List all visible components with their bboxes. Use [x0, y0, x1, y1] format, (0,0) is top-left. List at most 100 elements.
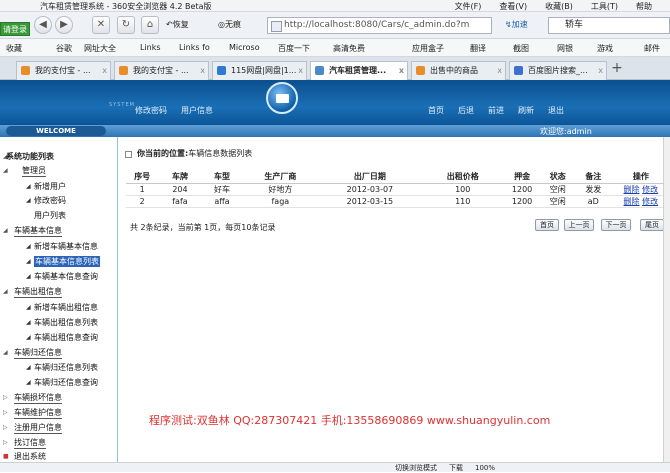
- login-button[interactable]: 请登录: [0, 22, 30, 36]
- tab-goods-on-sale[interactable]: 出售中的商品 x: [411, 61, 506, 80]
- close-icon[interactable]: x: [399, 62, 404, 79]
- tab-alipay-2[interactable]: 我的支付宝 - ... x: [114, 61, 209, 80]
- address-bar[interactable]: http://localhost:8080/Cars/c_admin.do?m: [267, 17, 492, 34]
- back-icon[interactable]: ◀: [34, 16, 52, 34]
- fav-item[interactable]: Microso: [229, 43, 260, 52]
- tab-car-rental[interactable]: 汽车租赁管理... x: [310, 61, 408, 81]
- last-page-button[interactable]: 尾页: [640, 219, 664, 231]
- fav-item[interactable]: 网址大全: [84, 43, 116, 54]
- fav-item[interactable]: 翻译: [470, 43, 486, 54]
- fav-item[interactable]: 游戏: [597, 43, 613, 54]
- first-page-button[interactable]: 首页: [535, 219, 559, 231]
- doc-icon: ◢: [26, 304, 31, 311]
- close-icon[interactable]: x: [102, 62, 107, 79]
- sidebar-item[interactable]: 车辆归还信息列表: [34, 362, 98, 373]
- sidebar-item[interactable]: 用户列表: [34, 210, 66, 221]
- prev-page-button[interactable]: 上一页: [564, 219, 594, 231]
- sidebar-group-vehicle[interactable]: 车辆基本信息: [14, 225, 62, 237]
- back-link[interactable]: 后退: [458, 105, 474, 116]
- sidebar-group-return[interactable]: 车辆归还信息: [14, 347, 62, 359]
- sidebar-item[interactable]: 新增车辆基本信息: [34, 241, 98, 252]
- fav-item[interactable]: 百度一下: [278, 43, 310, 54]
- sidebar-group-orders[interactable]: 找订信息: [14, 437, 46, 449]
- menu-view[interactable]: 查看(V): [499, 2, 527, 11]
- sidebar-item-selected[interactable]: 车辆基本信息列表: [34, 256, 100, 267]
- restore-button[interactable]: ↶恢复: [166, 19, 189, 30]
- edit-link[interactable]: 修改: [642, 185, 658, 194]
- switch-mode-button[interactable]: 切换浏览模式: [395, 464, 437, 472]
- fav-item[interactable]: 应用盒子: [412, 43, 444, 54]
- doc-icon: ◢: [26, 273, 31, 280]
- logout-icon[interactable]: ■: [3, 453, 9, 460]
- window-title: 汽车租赁管理系统 - 360安全浏览器 4.2 Beta版: [40, 2, 212, 11]
- new-tab-icon[interactable]: +: [609, 60, 625, 76]
- home-icon[interactable]: ⌂: [141, 16, 159, 34]
- sidebar-item[interactable]: 车辆出租信息列表: [34, 317, 98, 328]
- menu-tools[interactable]: 工具(T): [591, 2, 618, 11]
- forward-icon[interactable]: ▶: [55, 16, 73, 34]
- location-checkbox[interactable]: [125, 151, 132, 158]
- sidebar-item[interactable]: 修改密码: [34, 195, 66, 206]
- tab-alipay-1[interactable]: 我的支付宝 - ... x: [16, 61, 111, 80]
- sidebar-group-rental[interactable]: 车辆出租信息: [14, 286, 62, 298]
- sidebar-group-maintenance[interactable]: 车辆维护信息: [14, 407, 62, 419]
- expand-icon[interactable]: ◢: [3, 167, 8, 174]
- sidebar-item[interactable]: 新增车辆出租信息: [34, 302, 98, 313]
- privacy-mode-button[interactable]: ◎无痕: [218, 19, 241, 30]
- collapse-icon[interactable]: ▷: [3, 424, 8, 431]
- close-icon[interactable]: x: [598, 62, 603, 79]
- forward-link[interactable]: 前进: [488, 105, 504, 116]
- download-button[interactable]: 下载: [449, 464, 463, 472]
- edit-link[interactable]: 修改: [642, 197, 658, 206]
- fav-item[interactable]: 高清免费: [333, 43, 365, 54]
- refresh-link[interactable]: 刷新: [518, 105, 534, 116]
- cell-date: 2012-03-15: [318, 195, 422, 208]
- cell-model: affa: [201, 195, 243, 208]
- collapse-icon[interactable]: ▷: [3, 439, 8, 446]
- sidebar-item[interactable]: 车辆出租信息查询: [34, 332, 98, 343]
- tab-favicon: [416, 66, 425, 75]
- stop-icon[interactable]: ✕: [92, 16, 110, 34]
- menu-file[interactable]: 文件(F): [455, 2, 482, 11]
- delete-link[interactable]: 删除: [624, 197, 640, 206]
- tab-baidu-images[interactable]: 百度图片搜索_... x: [509, 61, 607, 80]
- zoom-level[interactable]: 100%: [475, 464, 495, 472]
- mail-icon: [266, 82, 298, 114]
- sidebar-item[interactable]: 车辆归还信息查询: [34, 377, 98, 388]
- refresh-icon[interactable]: ↻: [117, 16, 135, 34]
- change-password-link[interactable]: 修改密码: [135, 105, 167, 116]
- scrollbar[interactable]: [663, 137, 670, 462]
- search-input[interactable]: 轿车: [548, 17, 670, 34]
- collapse-icon[interactable]: ▷: [3, 409, 8, 416]
- menu-favorites[interactable]: 收藏(B): [545, 2, 573, 11]
- sidebar-group-users[interactable]: 注册用户信息: [14, 422, 62, 434]
- logout-link[interactable]: 退出: [548, 105, 564, 116]
- accelerate-button[interactable]: ↯加速: [505, 19, 528, 30]
- tab-115-disk[interactable]: 115网盘|网盘|1... x: [212, 61, 307, 80]
- close-icon[interactable]: x: [298, 62, 303, 79]
- fav-item[interactable]: Links fo: [179, 43, 210, 52]
- user-info-link[interactable]: 用户信息: [181, 105, 213, 116]
- sidebar-group-logout[interactable]: 退出系统: [14, 451, 46, 462]
- expand-icon[interactable]: ◢: [3, 349, 8, 356]
- fav-item[interactable]: 截图: [513, 43, 529, 54]
- fav-item[interactable]: 谷歌: [56, 43, 72, 54]
- sidebar-group-admin[interactable]: 管理员: [22, 165, 46, 177]
- fav-item[interactable]: Links: [140, 43, 161, 52]
- expand-icon[interactable]: ◢: [3, 288, 8, 295]
- home-link[interactable]: 首页: [428, 105, 444, 116]
- close-icon[interactable]: x: [200, 62, 205, 79]
- sidebar-item[interactable]: 新增用户: [34, 181, 66, 192]
- cell-status: 空闲: [540, 195, 575, 208]
- sidebar-item[interactable]: 车辆基本信息查询: [34, 271, 98, 282]
- sidebar-group-damage[interactable]: 车辆损坏信息: [14, 392, 62, 404]
- menu-help[interactable]: 帮助: [636, 2, 652, 11]
- fav-item[interactable]: 收藏: [6, 43, 22, 54]
- close-icon[interactable]: x: [497, 62, 502, 79]
- fav-item[interactable]: 邮件: [644, 43, 660, 54]
- expand-icon[interactable]: ◢: [3, 227, 8, 234]
- fav-item[interactable]: 网银: [557, 43, 573, 54]
- next-page-button[interactable]: 下一页: [601, 219, 631, 231]
- delete-link[interactable]: 删除: [624, 185, 640, 194]
- collapse-icon[interactable]: ▷: [3, 394, 8, 401]
